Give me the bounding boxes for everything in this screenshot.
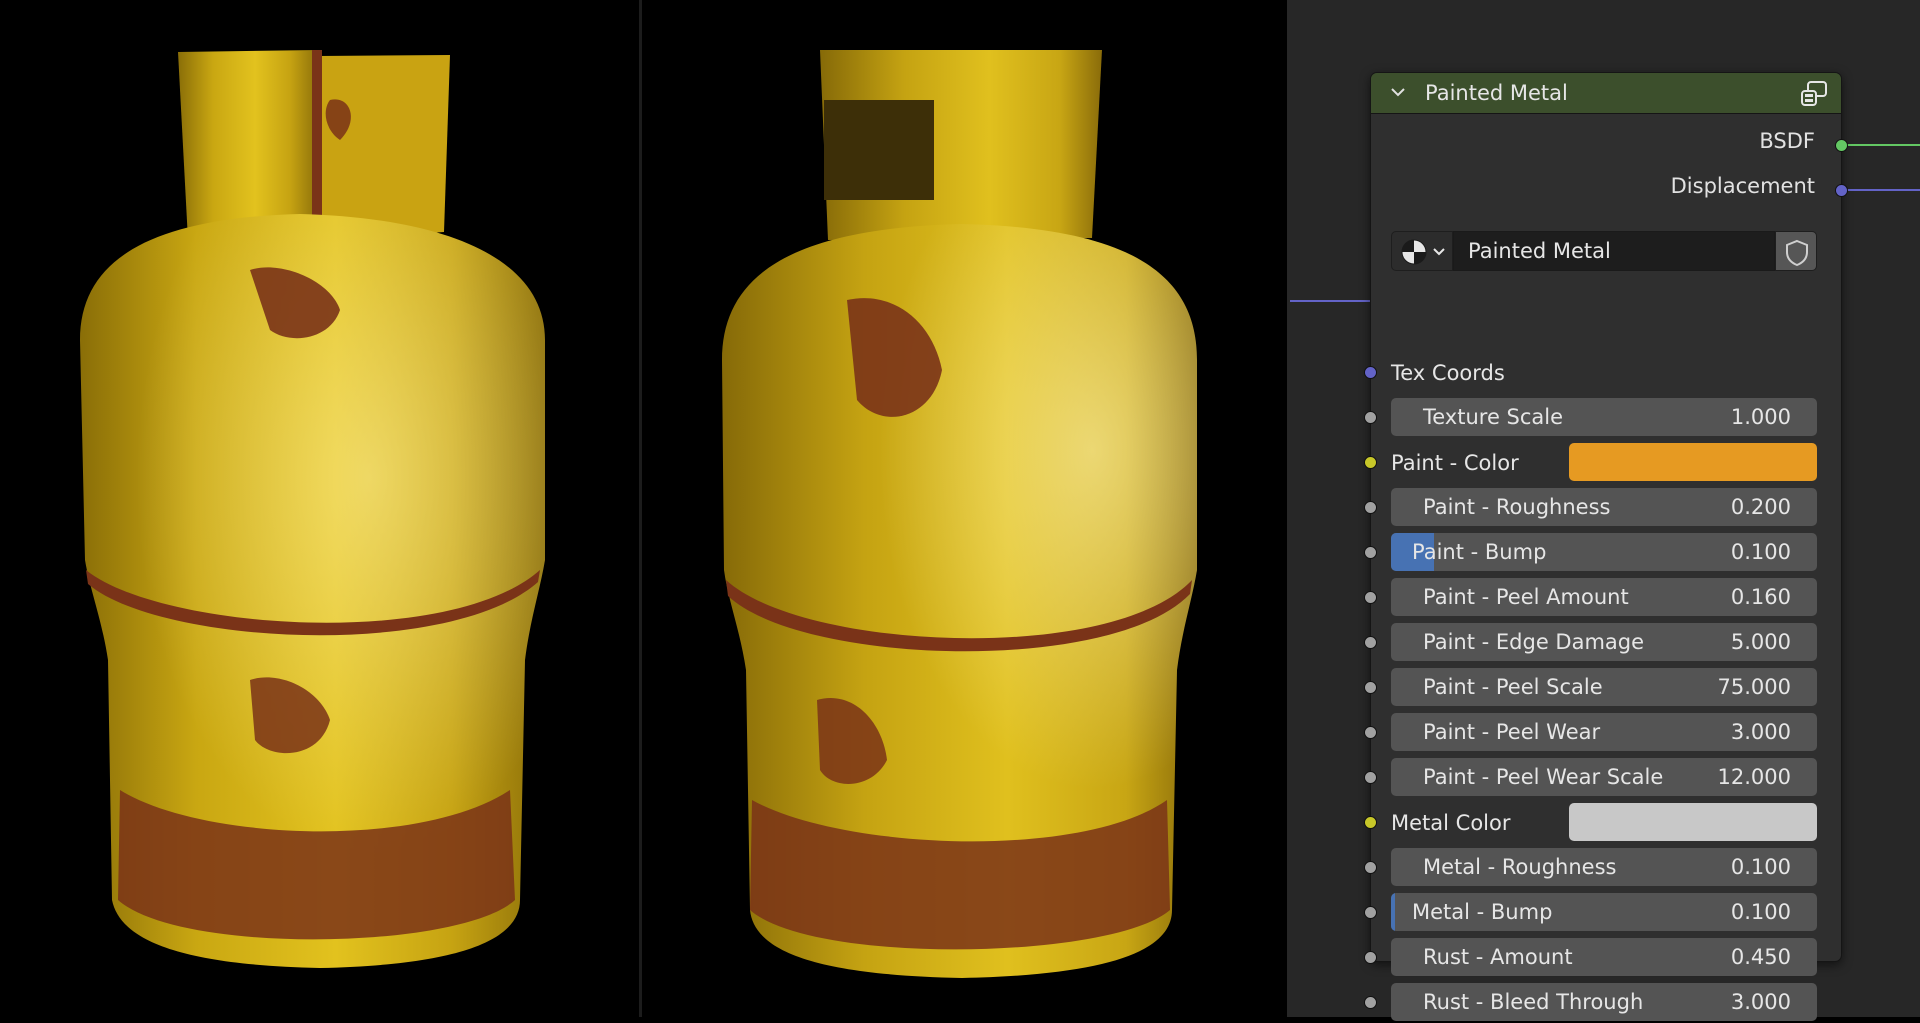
metal-color-input-socket[interactable] xyxy=(1364,816,1377,829)
input-label: Paint - Peel Wear Scale xyxy=(1423,758,1663,796)
material-name-field[interactable]: Painted Metal xyxy=(1453,231,1775,271)
paint-roughness-input-socket[interactable] xyxy=(1364,501,1377,514)
paint-color-swatch[interactable] xyxy=(1569,443,1817,481)
input-row-metal-bump: Metal - Bump 0.100 xyxy=(1371,893,1841,933)
input-label: Metal Color xyxy=(1391,803,1510,843)
gas-cylinder-render-left xyxy=(0,0,639,1017)
input-label: Metal - Roughness xyxy=(1423,848,1616,886)
input-label: Paint - Peel Wear xyxy=(1423,713,1600,751)
paint-color-input-socket[interactable] xyxy=(1364,456,1377,469)
input-value: 0.100 xyxy=(1731,533,1791,571)
render-preview-right xyxy=(642,0,1287,1017)
slider-fill xyxy=(1391,893,1395,931)
input-row-paint-roughness: Paint - Roughness 0.200 xyxy=(1371,488,1841,528)
input-value: 12.000 xyxy=(1718,758,1791,796)
material-browse-button[interactable] xyxy=(1391,231,1453,271)
tex-coords-input-socket[interactable] xyxy=(1364,366,1377,379)
gas-cylinder-render-right xyxy=(642,0,1287,1017)
input-value: 3.000 xyxy=(1731,713,1791,751)
paint-peel-wear-scale-field[interactable]: Paint - Peel Wear Scale 12.000 xyxy=(1391,758,1817,796)
input-value: 0.160 xyxy=(1731,578,1791,616)
texture-scale-input-socket[interactable] xyxy=(1364,411,1377,424)
paint-edge-damage-input-socket[interactable] xyxy=(1364,636,1377,649)
input-label: Rust - Amount xyxy=(1423,938,1573,976)
output-displacement-label: Displacement xyxy=(1671,174,1815,198)
input-label: Tex Coords xyxy=(1391,353,1505,393)
input-label: Texture Scale xyxy=(1423,398,1563,436)
paint-peel-amount-field[interactable]: Paint - Peel Amount 0.160 xyxy=(1391,578,1817,616)
input-value: 0.100 xyxy=(1731,893,1791,931)
input-value: 1.000 xyxy=(1731,398,1791,436)
rust-amount-input-socket[interactable] xyxy=(1364,951,1377,964)
shield-icon xyxy=(1776,232,1818,272)
input-label: Paint - Edge Damage xyxy=(1423,623,1644,661)
paint-peel-amount-input-socket[interactable] xyxy=(1364,591,1377,604)
paint-peel-scale-field[interactable]: Paint - Peel Scale 75.000 xyxy=(1391,668,1817,706)
input-row-rust-amount: Rust - Amount 0.450 xyxy=(1371,938,1841,978)
metal-roughness-field[interactable]: Metal - Roughness 0.100 xyxy=(1391,848,1817,886)
node-group-icon[interactable] xyxy=(1799,80,1829,108)
input-row-paint-bump: Paint - Bump 0.100 xyxy=(1371,533,1841,573)
fake-user-button[interactable] xyxy=(1775,231,1817,271)
paint-peel-wear-scale-input-socket[interactable] xyxy=(1364,771,1377,784)
rust-amount-field[interactable]: Rust - Amount 0.450 xyxy=(1391,938,1817,976)
metal-color-swatch[interactable] xyxy=(1569,803,1817,841)
input-row-paint-edge-damage: Paint - Edge Damage 5.000 xyxy=(1371,623,1841,663)
input-label: Metal - Bump xyxy=(1412,893,1552,931)
bsdf-output-socket[interactable] xyxy=(1835,139,1848,152)
input-value: 0.450 xyxy=(1731,938,1791,976)
displacement-output-wire xyxy=(1842,189,1920,191)
metal-roughness-input-socket[interactable] xyxy=(1364,861,1377,874)
input-label: Paint - Peel Amount xyxy=(1423,578,1629,616)
input-label: Paint - Bump xyxy=(1412,533,1546,571)
input-row-paint-color: Paint - Color xyxy=(1371,443,1841,483)
input-row-metal-roughness: Metal - Roughness 0.100 xyxy=(1371,848,1841,888)
input-value: 75.000 xyxy=(1718,668,1791,706)
input-row-paint-peel-wear-scale: Paint - Peel Wear Scale 12.000 xyxy=(1371,758,1841,798)
output-bsdf-label: BSDF xyxy=(1759,129,1815,153)
input-row-rust-bleed-through: Rust - Bleed Through 3.000 xyxy=(1371,983,1841,1023)
input-row-paint-peel-amount: Paint - Peel Amount 0.160 xyxy=(1371,578,1841,618)
paint-peel-scale-input-socket[interactable] xyxy=(1364,681,1377,694)
input-value: 0.100 xyxy=(1731,848,1791,886)
node-header[interactable]: Painted Metal xyxy=(1371,73,1841,114)
paint-bump-input-socket[interactable] xyxy=(1364,546,1377,559)
rust-bleed-through-field[interactable]: Rust - Bleed Through 3.000 xyxy=(1391,983,1817,1021)
rust-bleed-through-input-socket[interactable] xyxy=(1364,996,1377,1009)
bsdf-output-wire xyxy=(1842,144,1920,146)
painted-metal-node-group[interactable]: Painted Metal BSDF Displacement Painted … xyxy=(1370,72,1842,962)
input-row-tex-coords: Tex Coords xyxy=(1371,353,1841,393)
input-row-paint-peel-scale: Paint - Peel Scale 75.000 xyxy=(1371,668,1841,708)
render-preview-left xyxy=(0,0,639,1017)
paint-peel-wear-field[interactable]: Paint - Peel Wear 3.000 xyxy=(1391,713,1817,751)
displacement-output-socket[interactable] xyxy=(1835,184,1848,197)
input-row-metal-color: Metal Color xyxy=(1371,803,1841,843)
input-label: Rust - Bleed Through xyxy=(1423,983,1643,1021)
input-row-paint-peel-wear: Paint - Peel Wear 3.000 xyxy=(1371,713,1841,753)
metal-bump-slider[interactable]: Metal - Bump 0.100 xyxy=(1391,893,1817,931)
paint-bump-slider[interactable]: Paint - Bump 0.100 xyxy=(1391,533,1817,571)
input-label: Paint - Roughness xyxy=(1423,488,1610,526)
paint-roughness-field[interactable]: Paint - Roughness 0.200 xyxy=(1391,488,1817,526)
node-title: Painted Metal xyxy=(1425,73,1568,113)
material-sphere-icon xyxy=(1392,232,1454,272)
material-datablock-selector[interactable]: Painted Metal xyxy=(1391,231,1817,271)
input-label: Paint - Color xyxy=(1391,443,1519,483)
input-value: 5.000 xyxy=(1731,623,1791,661)
input-value: 0.200 xyxy=(1731,488,1791,526)
texture-scale-field[interactable]: Texture Scale 1.000 xyxy=(1391,398,1817,436)
input-value: 3.000 xyxy=(1731,983,1791,1021)
chevron-down-icon[interactable] xyxy=(1389,83,1407,101)
tex-coords-input-wire xyxy=(1290,300,1370,302)
input-label: Paint - Peel Scale xyxy=(1423,668,1603,706)
paint-edge-damage-field[interactable]: Paint - Edge Damage 5.000 xyxy=(1391,623,1817,661)
input-row-texture-scale: Texture Scale 1.000 xyxy=(1371,398,1841,438)
paint-peel-wear-input-socket[interactable] xyxy=(1364,726,1377,739)
metal-bump-input-socket[interactable] xyxy=(1364,906,1377,919)
